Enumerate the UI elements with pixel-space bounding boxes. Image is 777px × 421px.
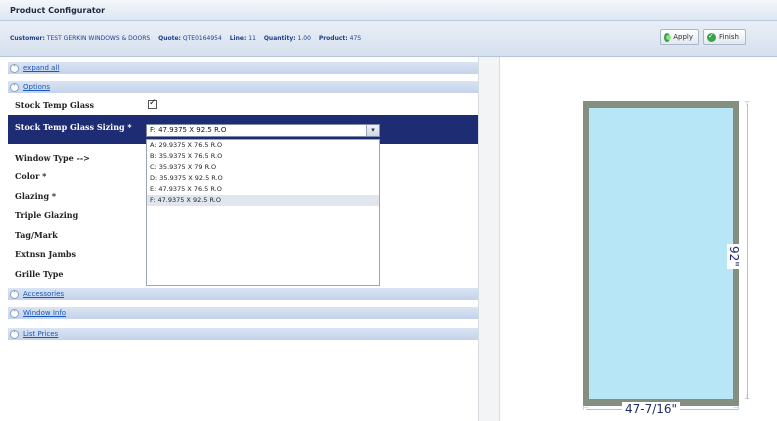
sizing-dropdown-list: A: 29.9375 X 76.5 R.O B: 35.9375 X 76.5 … bbox=[146, 139, 380, 286]
dimension-tick-icon: ⊣ bbox=[733, 404, 740, 412]
page-title: Product Configurator bbox=[10, 6, 106, 15]
double-chevron-up-icon: ˄ bbox=[10, 308, 19, 318]
quantity-value: 1.00 bbox=[297, 35, 311, 42]
product-label: Product: bbox=[318, 35, 348, 42]
double-chevron-up-icon: ˄ bbox=[10, 329, 19, 339]
section-window-info[interactable]: ˄ Window Info bbox=[8, 307, 478, 320]
quote-value: QTE0164954 bbox=[182, 35, 222, 42]
title-bar: Product Configurator bbox=[0, 0, 777, 21]
order-info-line: Customer: TEST GERKIN WINDOWS & DOORS Qu… bbox=[10, 35, 367, 42]
quantity-label: Quantity: bbox=[263, 35, 296, 42]
section-options[interactable]: ˅ Options bbox=[8, 81, 478, 94]
dropdown-option[interactable]: A: 29.9375 X 76.5 R.O bbox=[147, 140, 379, 151]
extnsn-jambs-label: Extnsn Jambs bbox=[15, 249, 77, 259]
dropdown-option[interactable]: D: 35.9375 X 92.5 R.O bbox=[147, 173, 379, 184]
finish-button[interactable]: Finish bbox=[703, 29, 746, 45]
dropdown-option-selected[interactable]: F: 47.9375 X 92.5 R.O bbox=[147, 195, 379, 206]
sizing-select[interactable]: F: 47.9375 X 92.5 R.O ▾ bbox=[146, 124, 380, 137]
dimension-tick-icon: ⊥ bbox=[744, 393, 751, 401]
stock-temp-glass-label: Stock Temp Glass bbox=[15, 100, 95, 110]
customer-label: Customer: bbox=[10, 35, 45, 42]
dimension-tick-icon: ⊢ bbox=[583, 404, 590, 412]
finish-button-label: Finish bbox=[719, 33, 739, 41]
section-accessories[interactable]: ˄ Accessories bbox=[8, 288, 478, 301]
stock-temp-glass-sizing-label: Stock Temp Glass Sizing * bbox=[15, 122, 132, 132]
dropdown-option[interactable]: C: 35.9375 X 79 R.O bbox=[147, 162, 379, 173]
color-label: Color * bbox=[15, 171, 47, 181]
double-chevron-up-icon: ˄ bbox=[10, 63, 19, 73]
customer-value: TEST GERKIN WINDOWS & DOORS bbox=[46, 35, 151, 42]
expand-all-link[interactable]: expand all bbox=[23, 64, 59, 72]
panel-splitter[interactable] bbox=[478, 57, 500, 421]
dimension-tick-icon: ⊤ bbox=[744, 100, 751, 108]
product-value: 47S bbox=[349, 35, 362, 42]
height-dimension-line bbox=[747, 104, 748, 399]
option-row-stock-temp-glass: Stock Temp Glass bbox=[8, 95, 478, 115]
list-prices-link[interactable]: List Prices bbox=[23, 330, 58, 338]
apply-button[interactable]: Apply bbox=[660, 29, 699, 45]
section-expand-all[interactable]: ˄ expand all bbox=[8, 62, 478, 75]
apply-icon bbox=[664, 32, 672, 42]
window-glass bbox=[589, 108, 733, 399]
window-type-label: Window Type --> bbox=[15, 153, 90, 163]
accessories-link[interactable]: Accessories bbox=[23, 290, 64, 298]
section-list-prices[interactable]: ˄ List Prices bbox=[8, 328, 478, 341]
grille-type-label: Grille Type bbox=[15, 269, 64, 279]
dropdown-option[interactable]: B: 35.9375 X 76.5 R.O bbox=[147, 151, 379, 162]
checkmark-icon bbox=[707, 32, 716, 42]
double-chevron-down-icon: ˅ bbox=[10, 82, 19, 92]
window-info-link[interactable]: Window Info bbox=[23, 309, 66, 317]
sizing-select-value: F: 47.9375 X 92.5 R.O bbox=[150, 126, 227, 134]
quote-label: Quote: bbox=[158, 35, 181, 42]
dropdown-option[interactable]: E: 47.9375 X 76.5 R.O bbox=[147, 184, 379, 195]
width-dimension-label: 47-7/16" bbox=[622, 402, 681, 416]
stock-temp-glass-checkbox[interactable] bbox=[148, 98, 157, 109]
line-value: 11 bbox=[248, 35, 256, 42]
line-label: Line: bbox=[229, 35, 247, 42]
options-link[interactable]: Options bbox=[23, 83, 50, 91]
double-chevron-up-icon: ˄ bbox=[10, 289, 19, 299]
triple-glazing-label: Triple Glazing bbox=[15, 210, 79, 220]
glazing-label: Glazing * bbox=[15, 191, 57, 201]
tag-mark-label: Tag/Mark bbox=[15, 230, 58, 240]
height-dimension-label: 92" bbox=[727, 244, 741, 269]
chevron-down-icon[interactable]: ▾ bbox=[366, 125, 379, 136]
apply-button-label: Apply bbox=[673, 33, 693, 41]
